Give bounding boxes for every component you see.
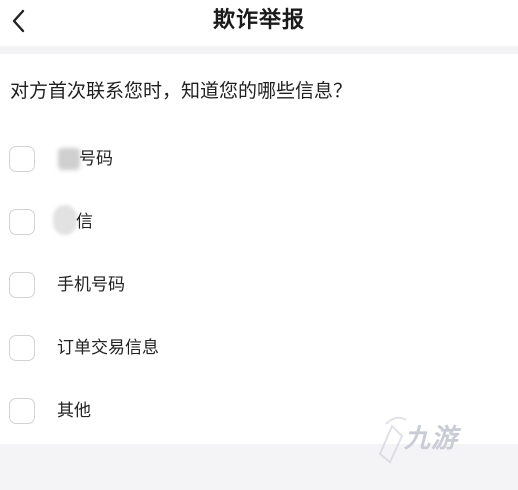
blurred-text-mask: [53, 205, 77, 235]
checkbox[interactable]: [9, 209, 35, 235]
checkbox[interactable]: [9, 146, 35, 172]
option-label: 订单交易信息: [57, 338, 159, 358]
question-text: 对方首次联系您时，知道您的哪些信息？: [10, 80, 353, 102]
checkbox[interactable]: [9, 272, 35, 298]
option-label: 信: [76, 212, 93, 232]
checkbox[interactable]: [9, 398, 35, 424]
option-1[interactable]: 号码: [0, 140, 518, 180]
blurred-text-mask: [58, 148, 80, 170]
checkbox[interactable]: [9, 335, 35, 361]
header-divider: [0, 46, 518, 54]
watermark-text: 九游: [404, 424, 459, 454]
option-2[interactable]: 信: [0, 203, 518, 243]
option-label: 其他: [57, 401, 91, 421]
header-bar: 欺诈举报: [0, 0, 518, 46]
option-label: 号码: [79, 149, 113, 169]
option-4[interactable]: 订单交易信息: [0, 329, 518, 369]
page-title: 欺诈举报: [212, 8, 305, 33]
option-label: 手机号码: [57, 275, 125, 295]
option-3[interactable]: 手机号码: [0, 266, 518, 306]
